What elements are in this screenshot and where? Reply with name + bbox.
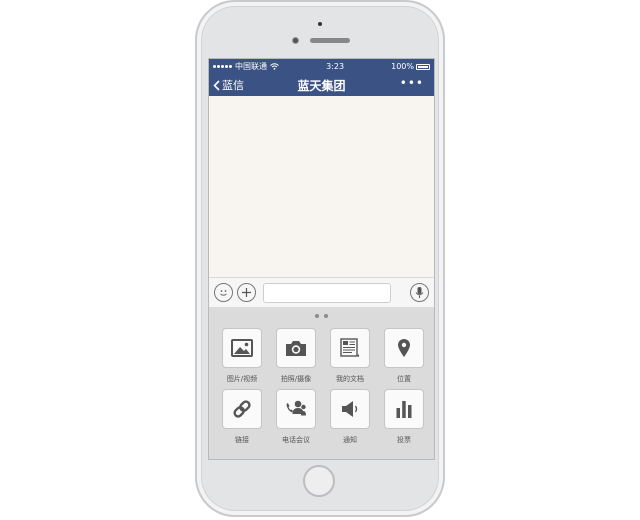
attach-location[interactable]: 位置 xyxy=(384,328,424,384)
home-button[interactable] xyxy=(303,465,335,497)
wifi-icon xyxy=(270,63,279,70)
attach-vote[interactable]: 投票 xyxy=(384,389,424,445)
attach-link[interactable]: 链接 xyxy=(222,389,262,445)
voice-button[interactable] xyxy=(410,283,429,302)
bar-chart-icon xyxy=(396,401,412,418)
item-label: 电话会议 xyxy=(282,436,310,444)
item-label: 拍照/摄像 xyxy=(280,375,312,383)
battery-level-fill xyxy=(418,65,428,68)
attach-notice[interactable]: 通知 xyxy=(330,389,370,445)
more-options-button[interactable]: ••• xyxy=(400,76,424,90)
emoji-button[interactable] xyxy=(214,283,233,302)
image-icon xyxy=(231,339,253,357)
add-attachment-button[interactable] xyxy=(237,283,256,302)
navigation-bar: 蓝信 蓝天集团 ••• xyxy=(209,74,434,96)
attach-conference-call[interactable]: 电话会议 xyxy=(276,389,316,445)
item-label: 投票 xyxy=(397,436,411,444)
microphone-icon xyxy=(415,287,424,298)
phone-screen: 中国联通 3:23 100% 蓝信 蓝天集团 ••• 图片/视频 拍照/摄像 我… xyxy=(208,58,435,460)
camera-icon xyxy=(286,340,306,356)
page-dot xyxy=(315,314,319,318)
document-icon xyxy=(340,338,359,357)
chevron-left-icon xyxy=(213,79,220,91)
item-label: 链接 xyxy=(235,436,249,444)
attach-camera[interactable]: 拍照/摄像 xyxy=(276,328,316,384)
attach-document[interactable]: 我的文档 xyxy=(330,328,370,384)
page-dot xyxy=(324,314,328,318)
location-pin-icon xyxy=(398,339,410,357)
back-button[interactable]: 蓝信 xyxy=(213,77,244,93)
item-label: 图片/视频 xyxy=(226,375,258,383)
battery-icon xyxy=(416,63,430,70)
conference-call-icon xyxy=(286,400,306,416)
carrier-label: 中国联通 xyxy=(235,62,267,71)
status-bar: 中国联通 3:23 100% xyxy=(209,59,434,74)
smiley-icon xyxy=(220,290,227,296)
plus-icon xyxy=(242,288,251,297)
signal-strength-icon xyxy=(213,65,232,68)
back-label: 蓝信 xyxy=(222,79,244,92)
message-input[interactable] xyxy=(263,282,391,303)
attachment-panel: 图片/视频 拍照/摄像 我的文档 位置 链接 电话会议 通知 投票 xyxy=(209,307,434,459)
front-camera xyxy=(292,37,299,44)
message-area[interactable] xyxy=(209,96,434,277)
front-sensor xyxy=(318,22,322,26)
item-label: 我的文档 xyxy=(336,375,364,383)
attach-photo-video[interactable]: 图片/视频 xyxy=(222,328,262,384)
item-label: 位置 xyxy=(397,375,411,383)
item-label: 通知 xyxy=(343,436,357,444)
speaker-icon xyxy=(342,401,358,417)
link-icon xyxy=(233,400,251,418)
battery-percent: 100% xyxy=(391,62,414,71)
status-time: 3:23 xyxy=(326,62,345,71)
composer-bar xyxy=(209,277,434,307)
earpiece-speaker xyxy=(310,38,350,43)
